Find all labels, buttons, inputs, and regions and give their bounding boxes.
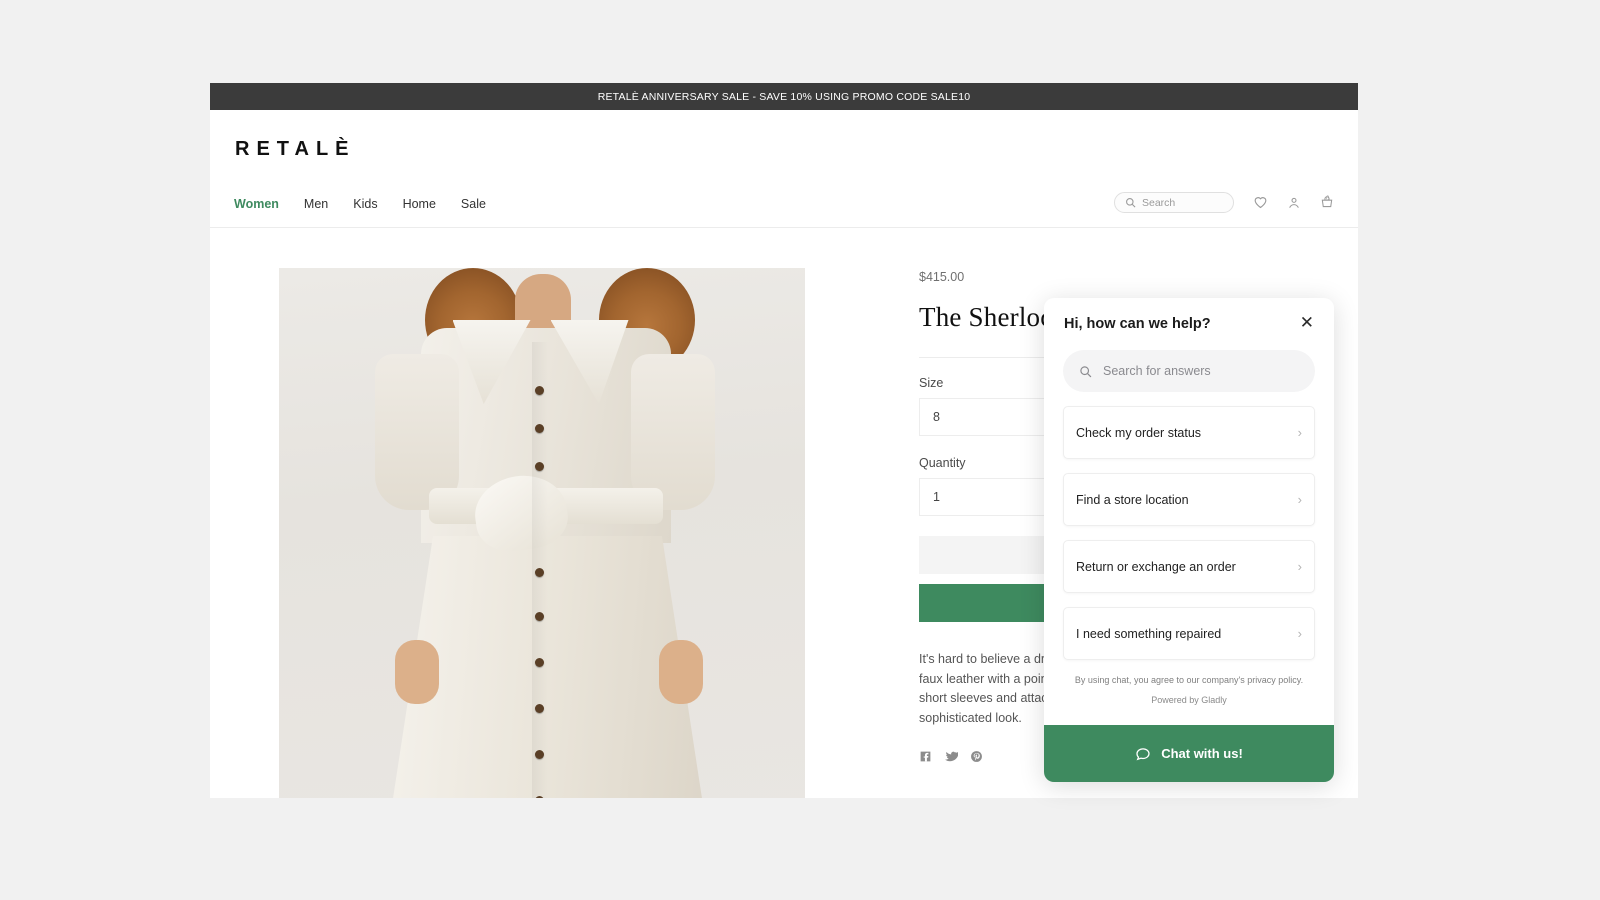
twitter-icon[interactable]: [944, 750, 958, 763]
heart-icon: [1254, 197, 1267, 209]
dress-button: [534, 424, 544, 433]
search-input[interactable]: Search: [1114, 192, 1234, 213]
chat-action-return-exchange[interactable]: Return or exchange an order ›: [1063, 540, 1315, 593]
dress-button: [534, 612, 544, 621]
chat-search-input[interactable]: Search for answers: [1063, 350, 1315, 392]
chevron-right-icon: ›: [1297, 425, 1302, 440]
search-icon: [1080, 365, 1092, 377]
dress-button: [534, 750, 544, 759]
chat-action-label: Return or exchange an order: [1076, 559, 1236, 574]
product-photo[interactable]: [278, 268, 805, 798]
chat-action-store-location[interactable]: Find a store location ›: [1063, 473, 1315, 526]
product-gallery: [234, 268, 849, 798]
primary-nav-row: Women Men Kids Home Sale Search 0: [234, 181, 1334, 227]
chat-quick-actions: Check my order status › Find a store loc…: [1044, 392, 1334, 674]
dress-button: [534, 568, 544, 577]
cart-button[interactable]: 0: [1320, 195, 1334, 210]
dress-button: [534, 462, 544, 471]
chat-header: Hi, how can we help? ✕: [1044, 298, 1334, 342]
site-header: RETALÈ Women Men Kids Home Sale Search 0: [210, 110, 1358, 228]
chat-widget: Hi, how can we help? ✕ Search for answer…: [1044, 298, 1334, 782]
product-price: $415.00: [919, 270, 965, 284]
account-button[interactable]: [1287, 196, 1301, 210]
nav-item-kids[interactable]: Kids: [353, 197, 377, 212]
search-icon: [1126, 198, 1136, 208]
screen: RETALÈ ANNIVERSARY SALE - SAVE 10% USING…: [0, 0, 1600, 900]
nav-item-men[interactable]: Men: [304, 197, 328, 212]
nav-item-home[interactable]: Home: [403, 197, 436, 212]
site-logo[interactable]: RETALÈ: [234, 130, 1334, 159]
promo-banner: RETALÈ ANNIVERSARY SALE - SAVE 10% USING…: [210, 83, 1358, 110]
chevron-right-icon: ›: [1297, 559, 1302, 574]
chat-action-repair[interactable]: I need something repaired ›: [1063, 607, 1315, 660]
header-tools: Search 0: [1114, 192, 1334, 216]
model-hand-left: [394, 640, 439, 704]
dress-button: [534, 704, 544, 713]
promo-banner-text: RETALÈ ANNIVERSARY SALE - SAVE 10% USING…: [597, 90, 971, 103]
search-placeholder: Search: [1142, 196, 1176, 209]
chat-action-label: Find a store location: [1076, 492, 1189, 507]
chat-action-label: Check my order status: [1076, 425, 1202, 440]
chat-with-us-label: Chat with us!: [1161, 746, 1243, 761]
nav-item-women[interactable]: Women: [234, 197, 279, 212]
chat-heading: Hi, how can we help?: [1064, 316, 1211, 332]
chat-privacy-note: By using chat, you agree to our company'…: [1074, 675, 1304, 685]
account-icon: [1289, 197, 1299, 208]
chevron-right-icon: ›: [1297, 626, 1302, 641]
chat-bubble-icon: [1136, 747, 1150, 760]
chat-powered-by: Powered by Gladly: [1151, 695, 1227, 705]
nav-item-sale[interactable]: Sale: [461, 197, 486, 212]
chevron-right-icon: ›: [1297, 492, 1302, 507]
model-hand-right: [658, 640, 703, 704]
dress-button: [534, 658, 544, 667]
dress-sleeve-left: [374, 354, 459, 510]
close-icon[interactable]: ✕: [1300, 314, 1314, 331]
dress-button: [534, 796, 544, 798]
wishlist-button[interactable]: [1253, 195, 1268, 210]
cart-count-badge: 0: [1326, 196, 1330, 202]
dress-sleeve-right: [630, 354, 715, 510]
chat-with-us-button[interactable]: Chat with us!: [1044, 725, 1334, 782]
chat-search-placeholder: Search for answers: [1103, 364, 1211, 378]
pinterest-icon[interactable]: [970, 750, 983, 763]
facebook-icon[interactable]: [919, 750, 932, 763]
chat-action-label: I need something repaired: [1076, 626, 1222, 641]
chat-action-order-status[interactable]: Check my order status ›: [1063, 406, 1315, 459]
dress-button: [534, 386, 544, 395]
primary-nav: Women Men Kids Home Sale: [234, 197, 486, 212]
